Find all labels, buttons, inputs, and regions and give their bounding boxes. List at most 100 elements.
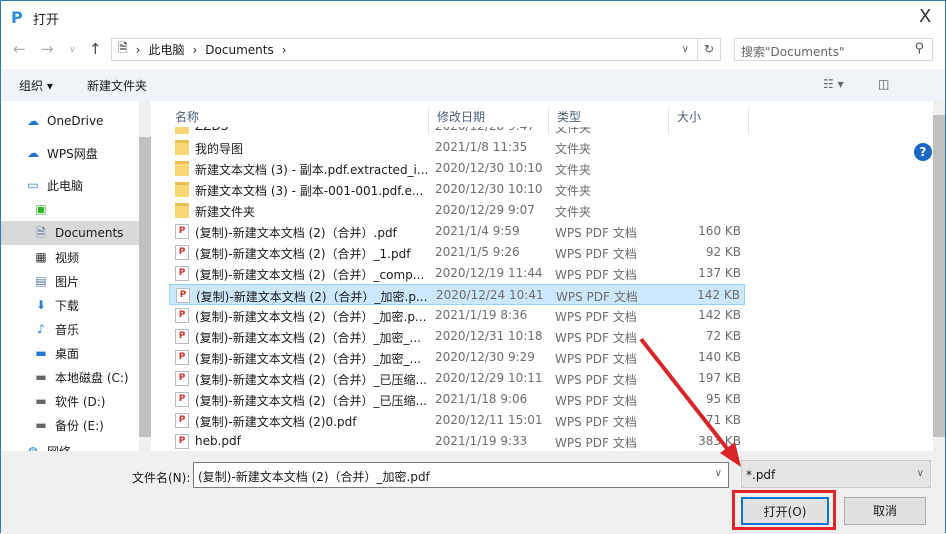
file-name: (复制)-新建文本文档 (2)（合并）_1.pdf [195, 247, 411, 261]
file-type: WPS PDF 文档 [555, 331, 637, 345]
chevron-down-icon[interactable]: ∨ [715, 468, 722, 479]
file-type: WPS PDF 文档 [555, 268, 637, 282]
sidebar-item[interactable]: ⬇ 下载 [1, 293, 139, 317]
sidebar-item[interactable]: 🗎 Documents [1, 221, 139, 245]
pdf-icon: P [175, 224, 189, 239]
sidebar-item[interactable]: ▬ 备份 (E:) [1, 413, 139, 437]
video-icon: ▦ [35, 250, 47, 264]
column-size[interactable]: 大小 [669, 108, 749, 134]
file-type: WPS PDF 文档 [555, 394, 637, 408]
toolbar: 组织 ▾ 新建文件夹 ☷ ▾ ◫ ? [1, 69, 945, 161]
file-size: 71 KB [705, 413, 741, 427]
file-row[interactable]: 新建文本文档 (3) - 副本-001-001.pdf.e... 2020/12/… [169, 179, 745, 200]
sidebar-item[interactable]: ▬ 本地磁盘 (C:) [1, 365, 139, 389]
sidebar-item[interactable]: ▭ 此电脑 [1, 173, 139, 197]
breadcrumb-documents[interactable]: Documents [205, 43, 273, 57]
filename-label: 文件名(N): [132, 471, 191, 485]
file-size: 95 KB [705, 392, 741, 406]
file-date: 2021/1/8 11:35 [435, 140, 528, 154]
file-date: 2021/1/19 9:33 [435, 434, 528, 448]
organize-button[interactable]: 组织 ▾ [19, 77, 53, 94]
app-icon: ▣ [35, 202, 47, 216]
file-row[interactable]: P (复制)-新建文本文档 (2)（合并）_已压缩... 2020/12/29 10… [169, 368, 745, 389]
folder-icon [175, 161, 189, 176]
document-icon: 🗎 [36, 226, 46, 240]
file-row[interactable]: P (复制)-新建文本文档 (2)（合并）_comp... 2020/12/19 1… [169, 263, 745, 284]
up-button[interactable]: ↑ [89, 40, 102, 58]
sidebar-item[interactable]: ▣ [1, 197, 139, 221]
cancel-button[interactable]: 取消 [844, 497, 926, 525]
preview-pane-icon[interactable]: ◫ [878, 77, 889, 91]
sidebar-item-label: 下载 [55, 298, 80, 313]
pdf-icon: P [175, 245, 189, 260]
file-date: 2020/12/30 9:29 [435, 350, 535, 364]
file-size: 197 KB [698, 371, 741, 385]
pdf-icon: P [175, 350, 189, 365]
pdf-icon: P [175, 413, 189, 428]
sidebar-item[interactable]: ▬ 软件 (D:) [1, 389, 139, 413]
sidebar-item-label: 图片 [55, 274, 80, 289]
file-row[interactable]: 新建文件夹 2020/12/29 9:07 文件夹 [169, 200, 745, 221]
file-row[interactable]: 新建文本文档 (3) - 副本.pdf.extracted_i... 2020/1… [169, 158, 745, 179]
pdf-icon: P [175, 329, 189, 344]
file-type: 文件夹 [555, 205, 592, 219]
pdf-icon: P [176, 288, 190, 303]
file-row[interactable]: P (复制)-新建文本文档 (2)0.pdf 2020/12/11 15:01 WPS… [169, 410, 745, 431]
recent-dropdown[interactable]: ∨ [69, 45, 76, 55]
file-row[interactable]: Pheb.pdf 2021/1/19 9:33 WPS PDF 文档 383 KB [169, 431, 745, 451]
chevron-down-icon: ∨ [916, 468, 924, 479]
refresh-button[interactable]: ↻ [698, 38, 721, 61]
search-icon[interactable]: ⚲ [914, 41, 924, 56]
folder-icon [175, 182, 189, 197]
file-row[interactable]: P (复制)-新建文本文档 (2)（合并）_加密.p... 2020/12/24 1… [169, 284, 745, 305]
file-row[interactable]: P (复制)-新建文本文档 (2)（合并）_加密_... 2020/12/31 10… [169, 326, 745, 347]
download-icon: ⬇ [35, 298, 47, 312]
sidebar-scrollbar[interactable] [139, 101, 151, 451]
view-options-icon[interactable]: ☷ ▾ [823, 77, 844, 91]
file-name: 新建文件夹 [195, 205, 256, 219]
sidebar-item[interactable]: ☁ WPS网盘 [1, 141, 139, 165]
new-folder-button[interactable]: 新建文件夹 [87, 77, 147, 94]
file-type: 文件夹 [555, 142, 592, 156]
file-list: ZZDS2020/12/28 9:47文件夹我的导图2021/1/8 11:35… [161, 101, 933, 451]
sidebar-scroll-thumb[interactable] [139, 137, 151, 437]
file-row[interactable]: P (复制)-新建文本文档 (2)（合并）.pdf 2021/1/4 9:59 WPS… [169, 221, 745, 242]
search-input[interactable]: 搜索"Documents" ⚲ [734, 38, 933, 61]
file-type: 文件夹 [555, 163, 592, 177]
sidebar-item[interactable]: ▤ 图片 [1, 269, 139, 293]
address-dropdown-icon[interactable]: ∨ [682, 44, 689, 55]
file-row[interactable]: P (复制)-新建文本文档 (2)（合并）_已压缩... 2021/1/18 9:0… [169, 389, 745, 410]
file-list-scroll-thumb[interactable] [933, 115, 945, 437]
file-row[interactable]: 我的导图 2021/1/8 11:35 文件夹 [169, 137, 745, 158]
filename-value: (复制)-新建文本文档 (2)（合并）_加密.pdf [198, 470, 430, 484]
file-name: (复制)-新建文本文档 (2)（合并）_已压缩... [195, 394, 427, 408]
close-button[interactable]: X [919, 6, 931, 27]
file-list-scrollbar[interactable] [933, 101, 945, 451]
column-type[interactable]: 类型 [549, 108, 669, 134]
file-row[interactable]: P (复制)-新建文本文档 (2)（合并）_加密.p... 2021/1/19 8:… [169, 305, 745, 326]
filename-input[interactable]: (复制)-新建文本文档 (2)（合并）_加密.pdf ∨ [193, 462, 729, 488]
file-type-select[interactable]: *.pdf ∨ [741, 460, 931, 488]
file-row[interactable]: P (复制)-新建文本文档 (2)（合并）_加密_... 2020/12/30 9:… [169, 347, 745, 368]
forward-button[interactable]: → [41, 40, 54, 58]
breadcrumb-this-pc[interactable]: 此电脑 [148, 41, 184, 58]
sidebar-item-label: OneDrive [47, 114, 104, 128]
computer-icon: ▭ [27, 178, 39, 192]
file-type: WPS PDF 文档 [556, 290, 638, 304]
file-size: 160 KB [698, 224, 741, 238]
sidebar-item[interactable]: ▬ 桌面 [1, 341, 139, 365]
sidebar-item[interactable]: ☁ OneDrive [1, 109, 139, 133]
highlight-box-annotation [732, 490, 836, 530]
sidebar-item[interactable]: ▦ 视频 [1, 245, 139, 269]
column-name[interactable]: 名称 [167, 108, 429, 134]
column-date[interactable]: 修改日期 [429, 108, 549, 134]
drive-icon: ▬ [35, 370, 47, 384]
back-button[interactable]: ← [13, 40, 26, 58]
sidebar-item[interactable]: ♪ 音乐 [1, 317, 139, 341]
picture-icon: ▤ [35, 274, 47, 288]
chevron-icon: › [135, 42, 141, 57]
file-row[interactable]: P (复制)-新建文本文档 (2)（合并）_1.pdf 2021/1/5 9:26 W… [169, 242, 745, 263]
address-bar[interactable]: 🗎 › 此电脑 › Documents › ∨ [111, 38, 698, 61]
file-name: 新建文本文档 (3) - 副本.pdf.extracted_i... [195, 163, 429, 177]
chevron-icon: › [192, 42, 198, 57]
